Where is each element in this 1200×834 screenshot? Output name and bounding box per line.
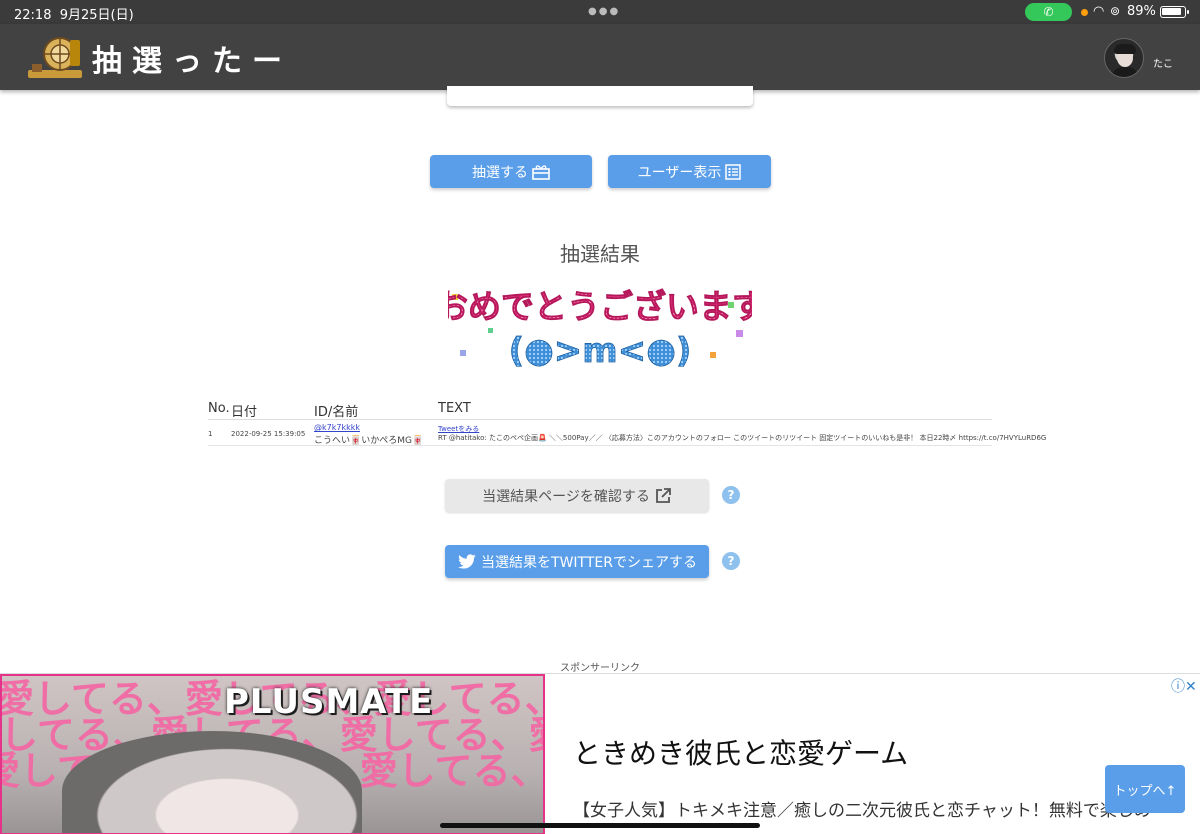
row-no: 1 <box>208 430 213 438</box>
draw-button-label: 抽選する <box>472 164 528 181</box>
multitasking-dots-icon[interactable]: ●●● <box>588 6 620 17</box>
congrats-text: おめでとうございます <box>448 287 752 326</box>
check-result-page-label: 当選結果ページを確認する <box>482 488 650 505</box>
row-user-name: こうへい🀄いかぺろMG🀄 <box>314 436 424 446</box>
col-text: TEXT <box>438 401 471 416</box>
ad-image[interactable]: 愛してる、愛してる、愛してる、愛してる、 愛してる、愛してる、愛してる、愛してる… <box>0 674 545 834</box>
status-time: 22:18 9月25日(日) <box>14 8 134 23</box>
status-bar: 22:18 9月25日(日) ●●● ✆ ◠ ⊚ 89% <box>0 0 1200 24</box>
result-table: No. 日付 ID/名前 TEXT 1 2022-09-25 15:39:05 … <box>208 400 1046 446</box>
help-icon[interactable]: ? <box>722 486 740 504</box>
avatar-body <box>1111 67 1139 77</box>
ad-brand-logo: PLUSMATE <box>224 682 434 722</box>
home-indicator[interactable] <box>440 823 760 828</box>
ad-choices-icon[interactable]: ⓘ✕ <box>1171 676 1197 696</box>
rotation-lock-icon: ⊚ <box>1110 4 1121 18</box>
site-logo-text[interactable]: 抽選ったー <box>92 36 292 80</box>
sponsor-label: スポンサーリンク <box>560 663 640 674</box>
external-link-icon <box>655 487 671 503</box>
battery-fill <box>1162 8 1181 15</box>
share-twitter-label: 当選結果をTWITTERでシェアする <box>481 554 697 571</box>
avatar-hair <box>1114 44 1136 54</box>
row-date: 2022-09-25 15:39:05 <box>231 430 306 438</box>
back-to-top-button[interactable]: トップへ↑ <box>1105 765 1185 813</box>
help-icon-share[interactable]: ? <box>722 552 740 570</box>
share-twitter-button[interactable]: 当選結果をTWITTERでシェアする <box>445 545 709 578</box>
table-header: No. 日付 ID/名前 TEXT <box>208 400 992 420</box>
congratulations-image: おめでとうございます (●>m<●) <box>448 287 752 372</box>
result-title: 抽選結果 <box>560 242 640 266</box>
col-date: 日付 <box>231 405 258 420</box>
ad-title[interactable]: ときめき彼氏と恋愛ゲーム <box>573 732 908 772</box>
phone-icon[interactable]: ✆ <box>1025 3 1072 21</box>
table-row: 1 2022-09-25 15:39:05 @k7k7kkkk こうへい🀄いかぺ… <box>208 420 1046 446</box>
draw-button[interactable]: 抽選する <box>430 155 592 188</box>
check-result-page-button[interactable]: 当選結果ページを確認する <box>445 479 709 512</box>
app-header: 抽選ったー たこ <box>0 24 1200 90</box>
show-users-button-label: ユーザー表示 <box>637 164 722 181</box>
row-tweet-text: RT @hatitako: たこのペペ企画🚨 ＼＼500Pay／／ 〈応募方法〉… <box>438 434 1047 442</box>
col-no: No. <box>208 401 230 416</box>
ad-description[interactable]: 【女子人気】トキメキ注意／癒しの二次元彼氏と恋チャット！無料で楽しめ <box>573 796 1151 821</box>
list-icon <box>725 163 742 180</box>
advertisement[interactable]: 愛してる、愛してる、愛してる、愛してる、 愛してる、愛してる、愛してる、愛してる… <box>0 673 1200 834</box>
twitter-bird-icon <box>458 553 476 569</box>
col-id-name: ID/名前 <box>314 405 359 420</box>
mic-indicator-icon <box>1081 9 1088 16</box>
username[interactable]: たこ <box>1153 55 1173 70</box>
wifi-icon: ◠ <box>1093 4 1105 19</box>
user-avatar[interactable] <box>1104 38 1144 78</box>
show-users-button[interactable]: ユーザー表示 <box>608 155 771 188</box>
battery-percent: 89% <box>1127 4 1156 19</box>
lottery-machine-icon[interactable] <box>26 34 84 82</box>
congrats-face: (●>m<●) <box>509 331 692 371</box>
battery-icon <box>1160 6 1189 18</box>
settings-card-bottom <box>447 86 753 106</box>
row-user-id-link[interactable]: @k7k7kkkk <box>314 423 360 432</box>
gift-icon <box>532 164 550 180</box>
